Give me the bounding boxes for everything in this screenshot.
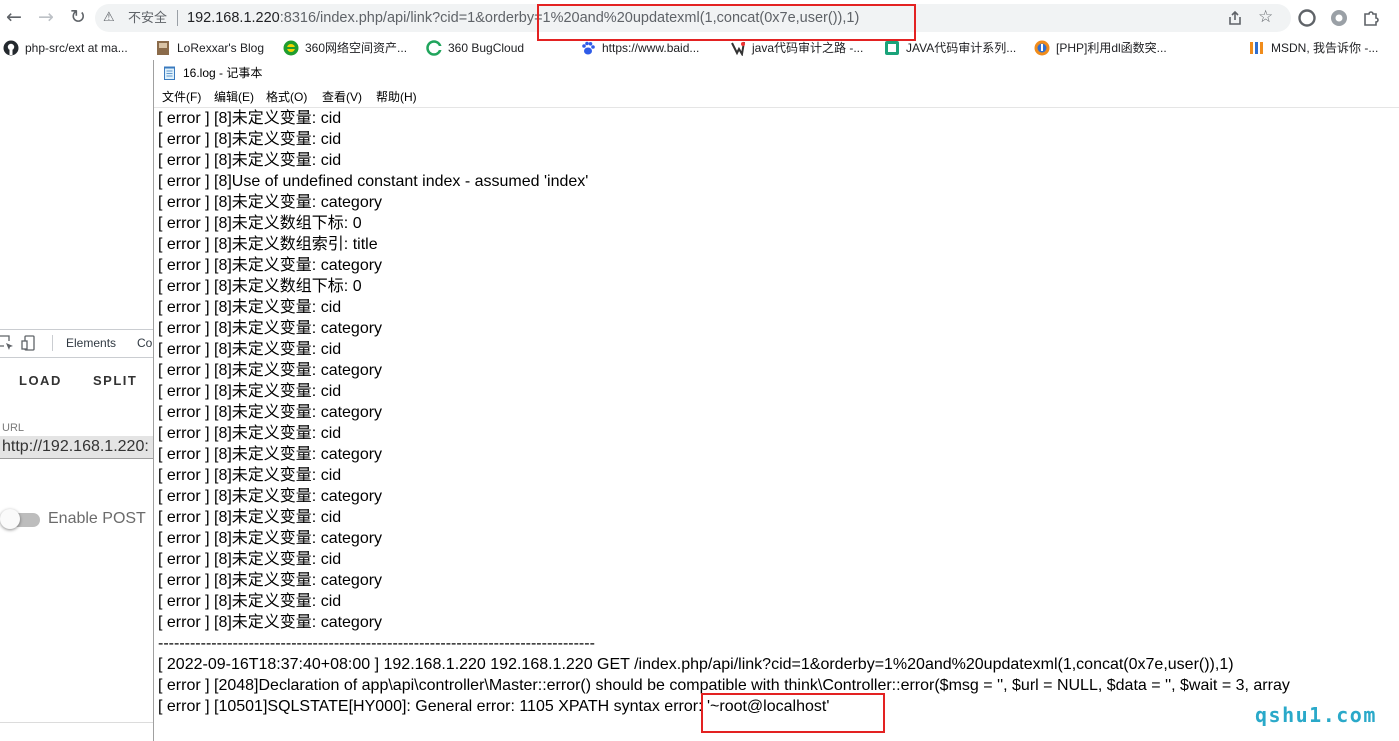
inspect-element-icon[interactable]	[0, 335, 14, 351]
log-line: [ error ] [8]未定义变量: category	[158, 614, 383, 631]
device-toolbar-icon[interactable]	[21, 335, 37, 351]
github-icon	[3, 40, 19, 56]
log-line: [ error ] [8]未定义变量: category	[158, 320, 383, 337]
notepad-title-bar[interactable]: 16.log - 记事本	[154, 60, 1399, 86]
menu-file[interactable]: 文件(F)	[162, 86, 201, 108]
msdn-favicon-icon	[1250, 42, 1263, 54]
log-line: [ error ] [8]未定义变量: cid	[158, 299, 342, 316]
notepad-text-area[interactable]: [ error ] [8]未定义变量: cid [ error ] [8]未定义…	[154, 108, 1399, 741]
log-line: [ error ] [8]未定义变量: cid	[158, 341, 342, 358]
log-separator-line: ----------------------------------------…	[158, 635, 595, 652]
tab-console[interactable]: Co	[137, 330, 152, 357]
notepad-window: 16.log - 记事本 文件(F) 编辑(E) 格式(O) 查看(V) 帮助(…	[153, 60, 1399, 741]
watermark: qshu1.com	[1255, 703, 1377, 727]
log-line: [ error ] [8]未定义变量: category	[158, 488, 383, 505]
blog-favicon-icon	[157, 41, 169, 55]
log-line: [ error ] [8]未定义变量: category	[158, 404, 383, 421]
back-arrow-icon[interactable]: ←	[6, 4, 22, 30]
log-line: [ error ] [8]未定义变量: category	[158, 572, 383, 589]
devtools-tab-bar: Elements Co	[0, 329, 153, 358]
site-favicon-icon	[1034, 40, 1050, 56]
url-host: 192.168.1.220	[187, 10, 280, 26]
log-line: [ error ] [8]未定义变量: category	[158, 362, 383, 379]
log-line-request: [ 2022-09-16T18:37:40+08:00 ] 192.168.1.…	[158, 656, 1234, 673]
result-highlight-box	[701, 693, 885, 733]
split-button[interactable]: SPLIT	[93, 371, 137, 391]
url-input[interactable]: http://192.168.1.220:	[0, 436, 153, 459]
devtools-panel: Elements Co LOAD SPLIT URL http://192.16…	[0, 60, 153, 741]
log-line: [ error ] [8]Use of undefined constant i…	[158, 173, 589, 190]
extension-gear-icon[interactable]	[1329, 8, 1349, 28]
baidu-paw-icon	[582, 41, 595, 55]
bugcloud-icon	[426, 40, 442, 56]
bookmark-star-icon[interactable]: ☆	[1258, 6, 1273, 28]
reload-icon[interactable]: ↻	[70, 4, 86, 30]
log-line: [ error ] [8]未定义数组下标: 0	[158, 278, 362, 295]
site-favicon-icon	[885, 41, 899, 55]
enable-post-label: Enable POST	[48, 510, 146, 527]
extension-circle-icon[interactable]	[1297, 8, 1317, 28]
log-line: [ error ] [8]未定义变量: cid	[158, 383, 342, 400]
url-payload-highlight-box	[537, 4, 916, 41]
log-line: [ error ] [8]未定义变量: cid	[158, 152, 342, 169]
log-line: [ error ] [8]未定义变量: category	[158, 530, 383, 547]
log-line: [ error ] [8]未定义变量: cid	[158, 509, 342, 526]
360-icon	[283, 40, 299, 56]
panel-divider	[0, 722, 153, 723]
share-icon[interactable]	[1226, 9, 1244, 27]
menu-view[interactable]: 查看(V)	[322, 86, 362, 108]
log-line: [ error ] [8]未定义数组下标: 0	[158, 215, 362, 232]
notepad-menu-bar: 文件(F) 编辑(E) 格式(O) 查看(V) 帮助(H)	[154, 86, 1399, 108]
notepad-title: 16.log - 记事本	[183, 66, 263, 80]
url-separator	[177, 10, 178, 26]
not-secure-label[interactable]: 不安全	[128, 4, 167, 32]
url-field-label: URL	[2, 422, 25, 434]
warning-icon[interactable]: ⚠	[103, 7, 115, 29]
menu-format[interactable]: 格式(O)	[266, 86, 307, 108]
enable-post-toggle-knob[interactable]	[0, 509, 20, 529]
tab-elements[interactable]: Elements	[66, 330, 116, 357]
log-line: [ error ] [8]未定义变量: category	[158, 257, 383, 274]
menu-help[interactable]: 帮助(H)	[376, 86, 417, 108]
log-line: [ error ] [8]未定义变量: cid	[158, 593, 342, 610]
extensions-puzzle-icon[interactable]	[1361, 8, 1381, 28]
notepad-icon	[164, 66, 175, 80]
menu-edit[interactable]: 编辑(E)	[214, 86, 254, 108]
log-line: [ error ] [8]未定义变量: cid	[158, 425, 342, 442]
load-button[interactable]: LOAD	[19, 371, 62, 391]
log-line: [ error ] [8]未定义变量: cid	[158, 467, 342, 484]
log-line: [ error ] [8]未定义变量: cid	[158, 110, 342, 127]
forward-arrow-icon[interactable]: →	[38, 4, 54, 30]
tab-divider	[52, 335, 53, 351]
log-line: [ error ] [8]未定义数组索引: title	[158, 236, 378, 253]
log-line: [ error ] [8]未定义变量: cid	[158, 131, 342, 148]
url-input-value: http://192.168.1.220:	[2, 438, 149, 455]
log-line: [ error ] [8]未定义变量: category	[158, 194, 383, 211]
log-line: [ error ] [8]未定义变量: cid	[158, 551, 342, 568]
log-line: [ error ] [8]未定义变量: category	[158, 446, 383, 463]
site-favicon-icon	[731, 41, 745, 56]
